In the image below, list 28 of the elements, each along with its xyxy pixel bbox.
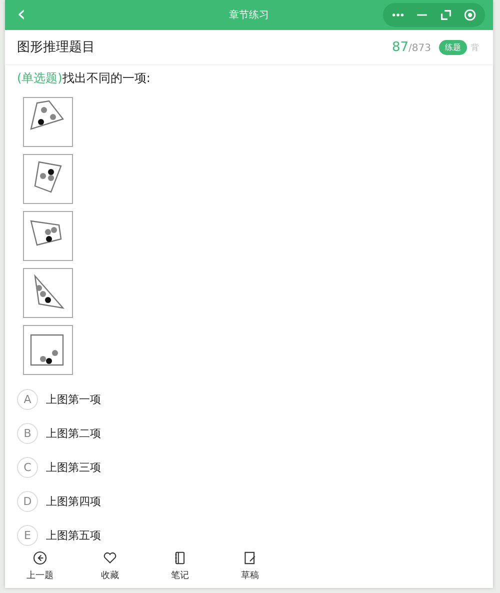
option-label[interactable]: 上图第四项	[46, 494, 101, 509]
option-letter[interactable]: D	[17, 491, 38, 512]
option-letter[interactable]: E	[17, 525, 38, 546]
figure-drawing	[23, 325, 73, 375]
section-title: 图形推理题目	[17, 39, 95, 56]
toolbar-button[interactable]: 笔记	[145, 548, 215, 588]
draft-icon	[242, 550, 258, 566]
window-title: 章节练习	[229, 8, 269, 22]
figure-drawing	[23, 97, 73, 147]
figure-drawing	[23, 268, 73, 318]
option-letter[interactable]: B	[17, 423, 38, 444]
question-text: (单选题)找出不同的一项:	[17, 70, 152, 87]
figure-drawing	[23, 211, 73, 261]
figure-drawing	[23, 154, 73, 204]
toolbar-button[interactable]: 上一题	[5, 548, 75, 588]
option-letter[interactable]: C	[17, 457, 38, 478]
option-label[interactable]: 上图第三项	[46, 460, 101, 475]
previous-icon	[32, 550, 48, 566]
option-letter[interactable]: A	[17, 389, 38, 410]
option-label[interactable]: 上图第一项	[46, 392, 101, 407]
close-icon[interactable]	[463, 8, 477, 22]
restore-icon[interactable]	[439, 8, 453, 22]
question-counter: 87/873	[392, 40, 431, 54]
option-label[interactable]: 上图第二项	[46, 426, 101, 441]
toolbar-button[interactable]: 收藏	[75, 548, 145, 588]
heart-icon	[102, 550, 118, 566]
toolbar-button[interactable]: 草稿	[215, 548, 285, 588]
option-label[interactable]: 上图第五项	[46, 528, 101, 543]
